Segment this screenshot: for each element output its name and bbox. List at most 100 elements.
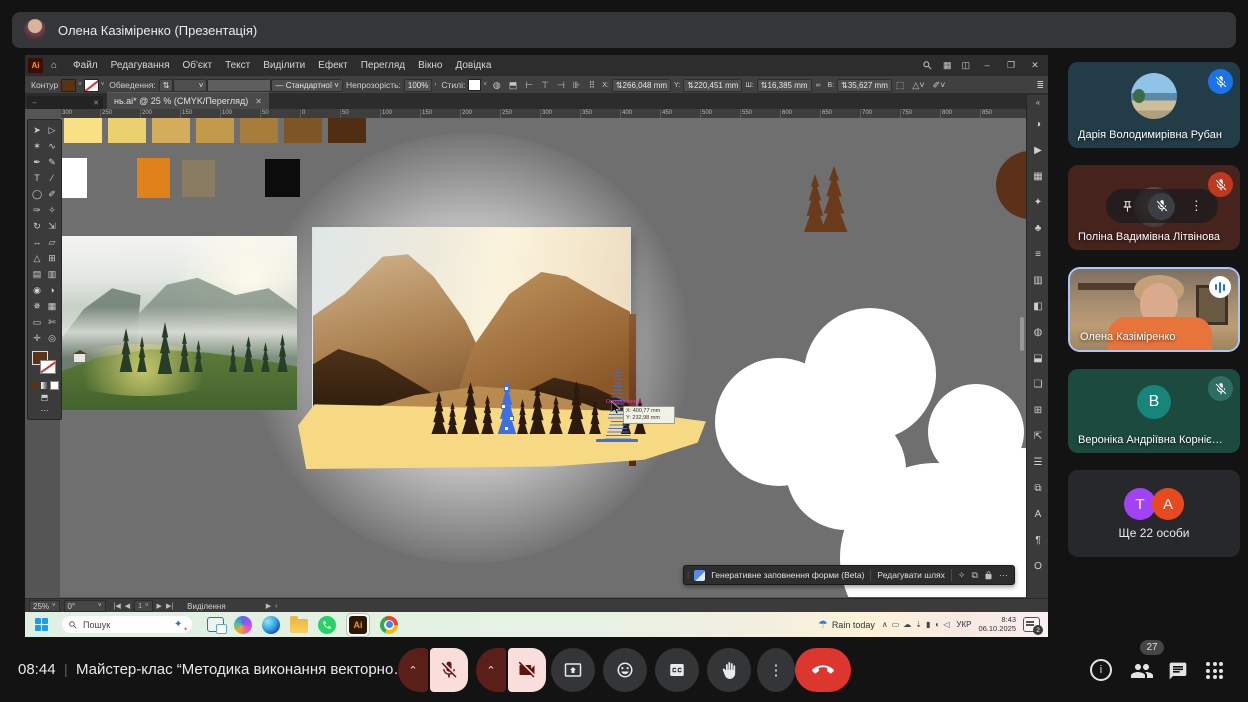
next-artboard-icon[interactable]: ▶	[157, 602, 162, 610]
notification-center-icon[interactable]: 2	[1023, 617, 1040, 632]
anchor-point[interactable]	[504, 426, 509, 431]
symbols-icon[interactable]: ♣	[1027, 215, 1048, 241]
shape-properties-icon[interactable]: △˅	[912, 80, 924, 91]
none-mode-icon[interactable]	[51, 382, 58, 389]
type-tool-icon[interactable]: T	[30, 171, 45, 185]
menu-type[interactable]: Текст	[225, 60, 250, 71]
stroke-icon[interactable]: ≡	[1027, 241, 1048, 267]
free-transform-tool-icon[interactable]: ▱	[45, 235, 60, 249]
menu-edit[interactable]: Редагування	[111, 60, 170, 71]
zoom-level-dropdown[interactable]: 25%˅	[29, 600, 60, 612]
perspective-grid-tool-icon[interactable]: ⊞	[45, 251, 60, 265]
x-field[interactable]: ⇅ 266,048 mm	[612, 79, 671, 92]
arrange-documents-icon[interactable]: ▦	[943, 60, 952, 71]
rotation-dropdown[interactable]: 0°˅	[64, 600, 106, 612]
reference-photo[interactable]	[60, 236, 297, 410]
pin-icon[interactable]	[1121, 200, 1134, 213]
expand-panels-icon[interactable]: «	[1027, 98, 1048, 107]
fill-color-swatch[interactable]	[61, 79, 76, 92]
reactions-button[interactable]	[603, 648, 647, 692]
anchor-point[interactable]	[504, 386, 509, 391]
anchor-point[interactable]	[501, 404, 506, 409]
stroke-weight-stepper[interactable]: ⇅	[159, 79, 174, 92]
participant-tile-overflow[interactable]: Т А Ще 22 особи	[1068, 470, 1240, 557]
participant-tile-daria[interactable]: Дарія Володимирівна Рубан	[1068, 62, 1240, 148]
participant-tile-polina[interactable]: ⋮ Поліна Вадимівна Літвінова	[1068, 165, 1240, 250]
color-swatch[interactable]	[328, 118, 366, 143]
chrome-icon[interactable]	[380, 616, 398, 634]
zoom-tool-icon[interactable]: ◎	[45, 331, 60, 345]
lock-icon[interactable]	[984, 571, 993, 580]
dock-toggle-icon[interactable]: ↔	[31, 99, 38, 106]
opentype-icon[interactable]: Ο	[1027, 553, 1048, 579]
line-tool-icon[interactable]: ∕	[45, 171, 60, 185]
tab-close-icon[interactable]: ✕	[255, 97, 262, 106]
participant-tile-olena[interactable]: Олена Казіміренко	[1068, 267, 1240, 352]
search-icon[interactable]	[922, 60, 933, 71]
hand-tool-icon[interactable]: ✛	[30, 331, 45, 345]
opacity-label[interactable]: Непрозорість:	[346, 80, 401, 90]
opacity-value[interactable]: 100%	[404, 79, 432, 92]
width-tool-icon[interactable]: ↔	[30, 235, 45, 249]
status-play-icon[interactable]: ▶	[266, 602, 271, 610]
workspace-switcher-icon[interactable]: ◫	[961, 60, 970, 71]
recolor-artwork-icon[interactable]: ◍	[493, 80, 501, 91]
illustrator-canvas[interactable]: ⁞ Генеративне заповнення форми (Beta) Ре…	[60, 118, 1026, 597]
variable-width-profile[interactable]	[207, 79, 271, 92]
people-button[interactable]	[1130, 659, 1154, 683]
color-swatch[interactable]	[152, 118, 190, 143]
height-field[interactable]: ⇅ 35,627 mm	[837, 79, 892, 92]
menu-view[interactable]: Перегляд	[361, 60, 405, 71]
symbol-sprayer-tool-icon[interactable]: ✵	[30, 299, 45, 313]
properties-icon[interactable]: ☰	[1027, 449, 1048, 475]
layers-icon[interactable]: ❏	[1027, 371, 1048, 397]
stray-tree[interactable]	[818, 166, 850, 232]
isolate-selection-icon[interactable]: ✐˅	[933, 80, 946, 91]
draw-mode-icon[interactable]: ⬒	[28, 393, 61, 402]
menu-window[interactable]: Вікно	[418, 60, 442, 71]
drag-handle-icon[interactable]: ⁞	[687, 571, 688, 580]
color-swatch[interactable]	[284, 118, 322, 143]
artboard-number-dropdown[interactable]: 1˅	[134, 600, 152, 612]
status-back-icon[interactable]: ‹	[275, 603, 277, 610]
last-artboard-icon[interactable]: ▶|	[166, 602, 173, 610]
prev-artboard-icon[interactable]: ◀	[125, 602, 130, 610]
edit-path-button[interactable]: Редагувати шлях	[877, 570, 944, 580]
menu-help[interactable]: Довідка	[455, 60, 491, 71]
whatsapp-icon[interactable]	[318, 616, 336, 634]
raise-hand-button[interactable]	[707, 648, 751, 692]
align-left-icon[interactable]: ⊢	[525, 80, 533, 91]
curvature-tool-icon[interactable]: ✎	[45, 155, 60, 169]
align-center-icon[interactable]: ⊤	[541, 80, 549, 91]
menu-select[interactable]: Виділити	[263, 60, 305, 71]
shaper-tool-icon[interactable]: ✧	[45, 203, 60, 217]
gradient-mode-icon[interactable]	[41, 382, 48, 389]
taskbar-clock[interactable]: 8:43 06.10.2025	[978, 616, 1016, 633]
mic-off-icon[interactable]	[1148, 193, 1175, 220]
document-setup-icon[interactable]: ⬒	[509, 80, 518, 91]
color-swatch-white[interactable]	[62, 158, 87, 198]
edge-icon[interactable]	[262, 616, 280, 634]
direct-selection-tool-icon[interactable]: ▷	[45, 123, 60, 137]
document-tab[interactable]: нь.ai* @ 25 % (CMYK/Перегляд) ✕	[107, 92, 269, 109]
graph-tool-icon[interactable]: ▦	[45, 299, 60, 313]
gradient-tool-icon[interactable]: ▥	[45, 267, 60, 281]
shared-screen[interactable]: Ai ⌂ Файл Редагування Об'єкт Текст Виділ…	[25, 55, 1048, 637]
constrain-proportions-icon[interactable]: ∞	[816, 82, 821, 89]
camera-options-button[interactable]: ⌃	[476, 648, 506, 692]
color-mode-icon[interactable]	[31, 382, 38, 389]
magic-wand-tool-icon[interactable]: ✶	[30, 139, 45, 153]
camera-off-button[interactable]	[508, 648, 546, 692]
distribute-icon[interactable]: ⊪	[573, 80, 581, 91]
color-swatch-black[interactable]	[265, 159, 300, 197]
selection-tool-icon[interactable]: ➤	[30, 123, 45, 137]
generative-fill-button[interactable]: Генеративне заповнення форми (Beta)	[711, 570, 864, 580]
vector-circle[interactable]	[996, 151, 1026, 219]
color-swatch-olive[interactable]	[182, 160, 215, 197]
illustrator-taskbar-active[interactable]: Ai	[346, 613, 370, 637]
settings-icon[interactable]: ✧	[958, 570, 966, 581]
keyboard-language[interactable]: УКР	[956, 620, 971, 629]
width-field[interactable]: ⇅ 16,385 mm	[757, 79, 812, 92]
gradient-icon[interactable]: ▥	[1027, 267, 1048, 293]
home-icon[interactable]: ⌂	[51, 60, 57, 71]
